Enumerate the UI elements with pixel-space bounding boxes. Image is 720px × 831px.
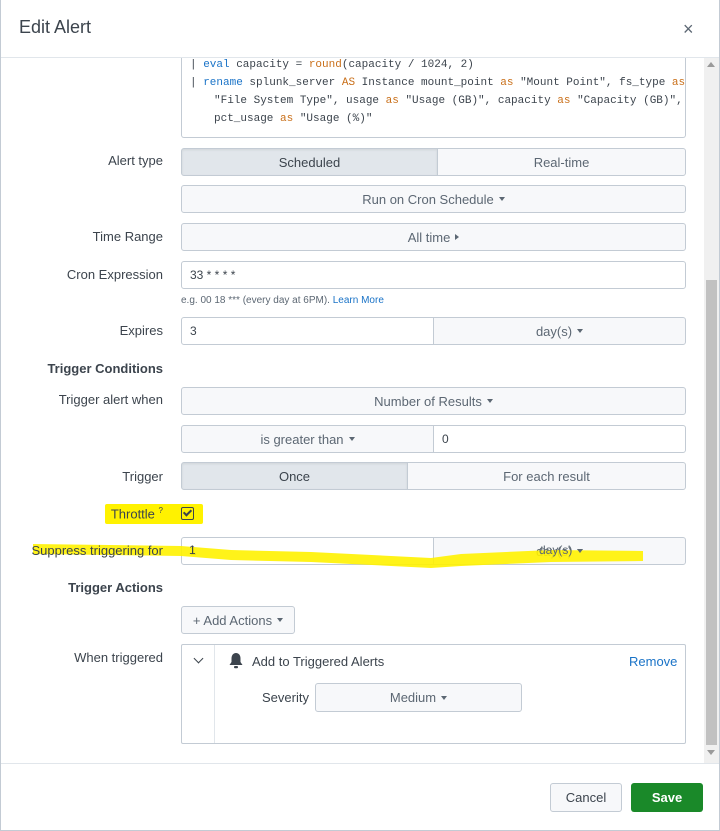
throttle-checkbox[interactable] [181, 507, 194, 520]
search-line-1: | eval capacity = round(capacity / 1024,… [190, 59, 474, 71]
search-line-3: "File System Type", usage as "Usage (GB)… [214, 95, 683, 107]
severity-value: Medium [389, 690, 437, 705]
chevron-down-icon[interactable] [193, 653, 204, 664]
caret-down-icon [486, 399, 493, 403]
expires-label: Expires [119, 323, 163, 338]
action-name: Add to Triggered Alerts [252, 654, 385, 669]
time-range-value: All time [407, 229, 451, 245]
action-gutter [182, 645, 215, 743]
throttle-label: Throttle ? [110, 506, 163, 522]
add-actions-label: + Add Actions [192, 612, 273, 628]
cron-help-text: e.g. 00 18 *** (every day at 6PM). Learn… [181, 295, 384, 306]
vertical-scrollbar[interactable] [704, 58, 719, 763]
checkmark-icon [182, 507, 193, 517]
caret-right-icon [455, 234, 460, 240]
cron-expression-input[interactable]: 33 * * * * [181, 261, 686, 289]
search-line-4: pct_usage as "Usage (%)" [214, 113, 373, 125]
expires-unit-value: day(s) [535, 323, 573, 339]
throttle-help-icon[interactable]: ? [159, 506, 163, 515]
close-icon[interactable]: × [683, 19, 694, 39]
remove-action-link[interactable]: Remove [629, 654, 677, 669]
when-triggered-label: When triggered [74, 650, 163, 665]
severity-label: Severity [262, 690, 309, 705]
time-range-label: Time Range [92, 229, 163, 244]
caret-down-icon [577, 329, 584, 333]
trigger-for-each-result-button[interactable]: For each result [407, 462, 686, 490]
caret-down-icon [348, 437, 355, 441]
scrollbar-thumb[interactable] [706, 280, 717, 745]
trigger-label: Trigger [122, 469, 163, 484]
search-line-2: | rename splunk_server AS Instance mount… [190, 77, 686, 89]
severity-dropdown[interactable]: Medium [315, 683, 522, 712]
time-range-picker[interactable]: All time [181, 223, 686, 251]
dialog-footer: Cancel Save [1, 763, 719, 830]
comparator-value: is greater than [260, 431, 344, 447]
edit-alert-dialog: Edit Alert × | eval capacity = round(cap… [0, 0, 720, 831]
save-button[interactable]: Save [631, 783, 703, 812]
suppress-value-overlay: 1 [189, 543, 196, 557]
cron-expression-label: Cron Expression [66, 267, 163, 282]
alert-type-realtime-button[interactable]: Real-time [437, 148, 686, 176]
scroll-up-icon[interactable] [707, 62, 715, 67]
comparator-dropdown[interactable]: is greater than [181, 425, 434, 453]
search-query-editor[interactable]: | eval capacity = round(capacity / 1024,… [181, 58, 686, 138]
dialog-body[interactable]: | eval capacity = round(capacity / 1024,… [1, 58, 704, 763]
expires-unit-dropdown[interactable]: day(s) [433, 317, 686, 345]
trigger-actions-heading: Trigger Actions [68, 580, 163, 595]
suppress-triggering-label: Suppress triggering for [31, 543, 163, 558]
alert-type-label: Alert type [108, 153, 163, 168]
caret-down-icon [498, 197, 505, 201]
alert-type-scheduled-button[interactable]: Scheduled [181, 148, 438, 176]
add-actions-button[interactable]: + Add Actions [181, 606, 295, 634]
learn-more-link[interactable]: Learn More [333, 295, 384, 306]
trigger-once-button[interactable]: Once [181, 462, 408, 490]
caret-down-icon [441, 695, 448, 700]
trigger-condition-dropdown[interactable]: Number of Results [181, 387, 686, 415]
scroll-down-icon[interactable] [707, 750, 715, 755]
dialog-header: Edit Alert × [1, 0, 719, 58]
trigger-condition-value: Number of Results [374, 393, 482, 409]
cron-schedule-dropdown-label: Run on Cron Schedule [362, 191, 494, 207]
suppress-unit-overlay: day(s) [539, 543, 584, 557]
action-panel: Add to Triggered Alerts Remove Severity … [181, 644, 686, 744]
trigger-conditions-heading: Trigger Conditions [47, 361, 163, 376]
threshold-input[interactable]: 0 [433, 425, 686, 453]
trigger-alert-when-label: Trigger alert when [58, 392, 163, 407]
expires-input[interactable]: 3 [181, 317, 434, 345]
cron-schedule-dropdown[interactable]: Run on Cron Schedule [181, 185, 686, 213]
bell-icon [229, 653, 243, 669]
cancel-button[interactable]: Cancel [550, 783, 622, 812]
dialog-title: Edit Alert [19, 17, 92, 37]
caret-down-icon [277, 618, 284, 622]
